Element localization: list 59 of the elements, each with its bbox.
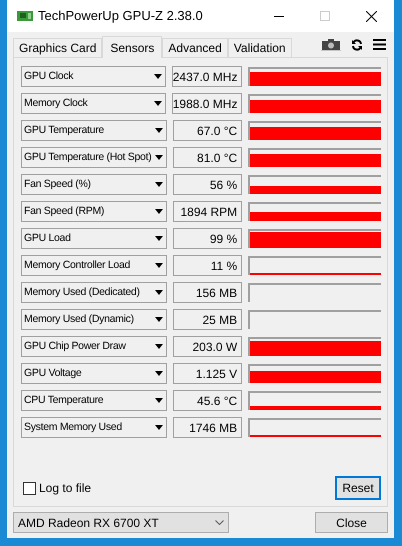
camera-icon[interactable] [321,38,341,51]
menu-icon[interactable] [373,39,386,50]
sensor-value: 203.0 W [172,336,242,357]
close-dialog-button[interactable]: Close [315,512,388,533]
dropdown-arrow-icon [154,209,163,214]
dropdown-arrow-icon [154,74,162,79]
dropdown-arrow-icon [154,290,163,295]
sensor-value: 11 % [172,255,242,276]
sensor-value: 1894 RPM [172,201,242,222]
tab[interactable]: Advanced [162,38,228,57]
sensor-value: 1.125 V [172,363,242,384]
maximize-icon [320,11,330,21]
close-icon [366,10,376,22]
dropdown-arrow-icon [154,128,163,133]
log-label: Log to file [39,480,92,497]
dropdown-arrow-icon [154,371,163,376]
sensor-value: 1988.0 MHz [172,93,242,114]
tab[interactable]: Validation [228,38,292,57]
sensor-dropdown[interactable]: Fan Speed (%) [21,174,167,195]
sensor-value: 45.6 °C [172,390,242,411]
sensor-dropdown[interactable]: Memory Clock [21,93,166,114]
sensor-value: 81.0 °C [172,147,242,168]
sensor-dropdown[interactable]: System Memory Used [21,417,167,438]
dropdown-arrow-icon [154,236,163,241]
chevron-down-icon [215,520,224,525]
sensor-dropdown[interactable]: GPU Clock [21,66,166,87]
graphics-card-icon [17,11,33,21]
refresh-icon[interactable] [351,38,363,50]
sensor-dropdown[interactable]: GPU Temperature (Hot Spot) [21,147,167,168]
sensor-dropdown[interactable]: GPU Temperature [21,120,167,141]
window-title: TechPowerUp GPU-Z 2.38.0 [38,7,203,26]
sensor-value: 156 MB [172,282,242,303]
sensor-value: 1746 MB [172,417,242,438]
sensor-value: 56 % [172,174,242,195]
sensor-dropdown[interactable]: GPU Chip Power Draw [21,336,167,357]
dropdown-arrow-icon [154,263,163,268]
sensor-dropdown[interactable]: Memory Used (Dedicated) [21,282,167,303]
sensor-value: 99 % [172,228,242,249]
sensor-dropdown[interactable]: Memory Used (Dynamic) [21,309,167,330]
dropdown-arrow-icon [154,425,163,430]
dropdown-arrow-icon [154,101,162,106]
reset-button[interactable]: Reset [335,476,381,500]
gpu-select[interactable]: AMD Radeon RX 6700 XT [13,512,229,533]
sensor-dropdown[interactable]: Fan Speed (RPM) [21,201,167,222]
dropdown-arrow-icon [154,317,163,322]
dropdown-arrow-icon [154,344,163,349]
sensor-value: 2437.0 MHz [172,66,242,87]
sensor-dropdown[interactable]: GPU Load [21,228,167,249]
sensor-value: 25 MB [172,309,242,330]
sensor-dropdown[interactable]: CPU Temperature [21,390,167,411]
sensor-dropdown[interactable]: GPU Voltage [21,363,167,384]
dropdown-arrow-icon [154,182,163,187]
log-checkbox[interactable] [23,482,36,494]
dropdown-arrow-icon [154,155,163,160]
tab[interactable]: Graphics Card [13,38,102,57]
sensor-dropdown[interactable]: Memory Controller Load [21,255,167,276]
dropdown-arrow-icon [154,398,163,403]
sensor-value: 67.0 °C [172,120,242,141]
tab[interactable]: Sensors [102,36,162,58]
